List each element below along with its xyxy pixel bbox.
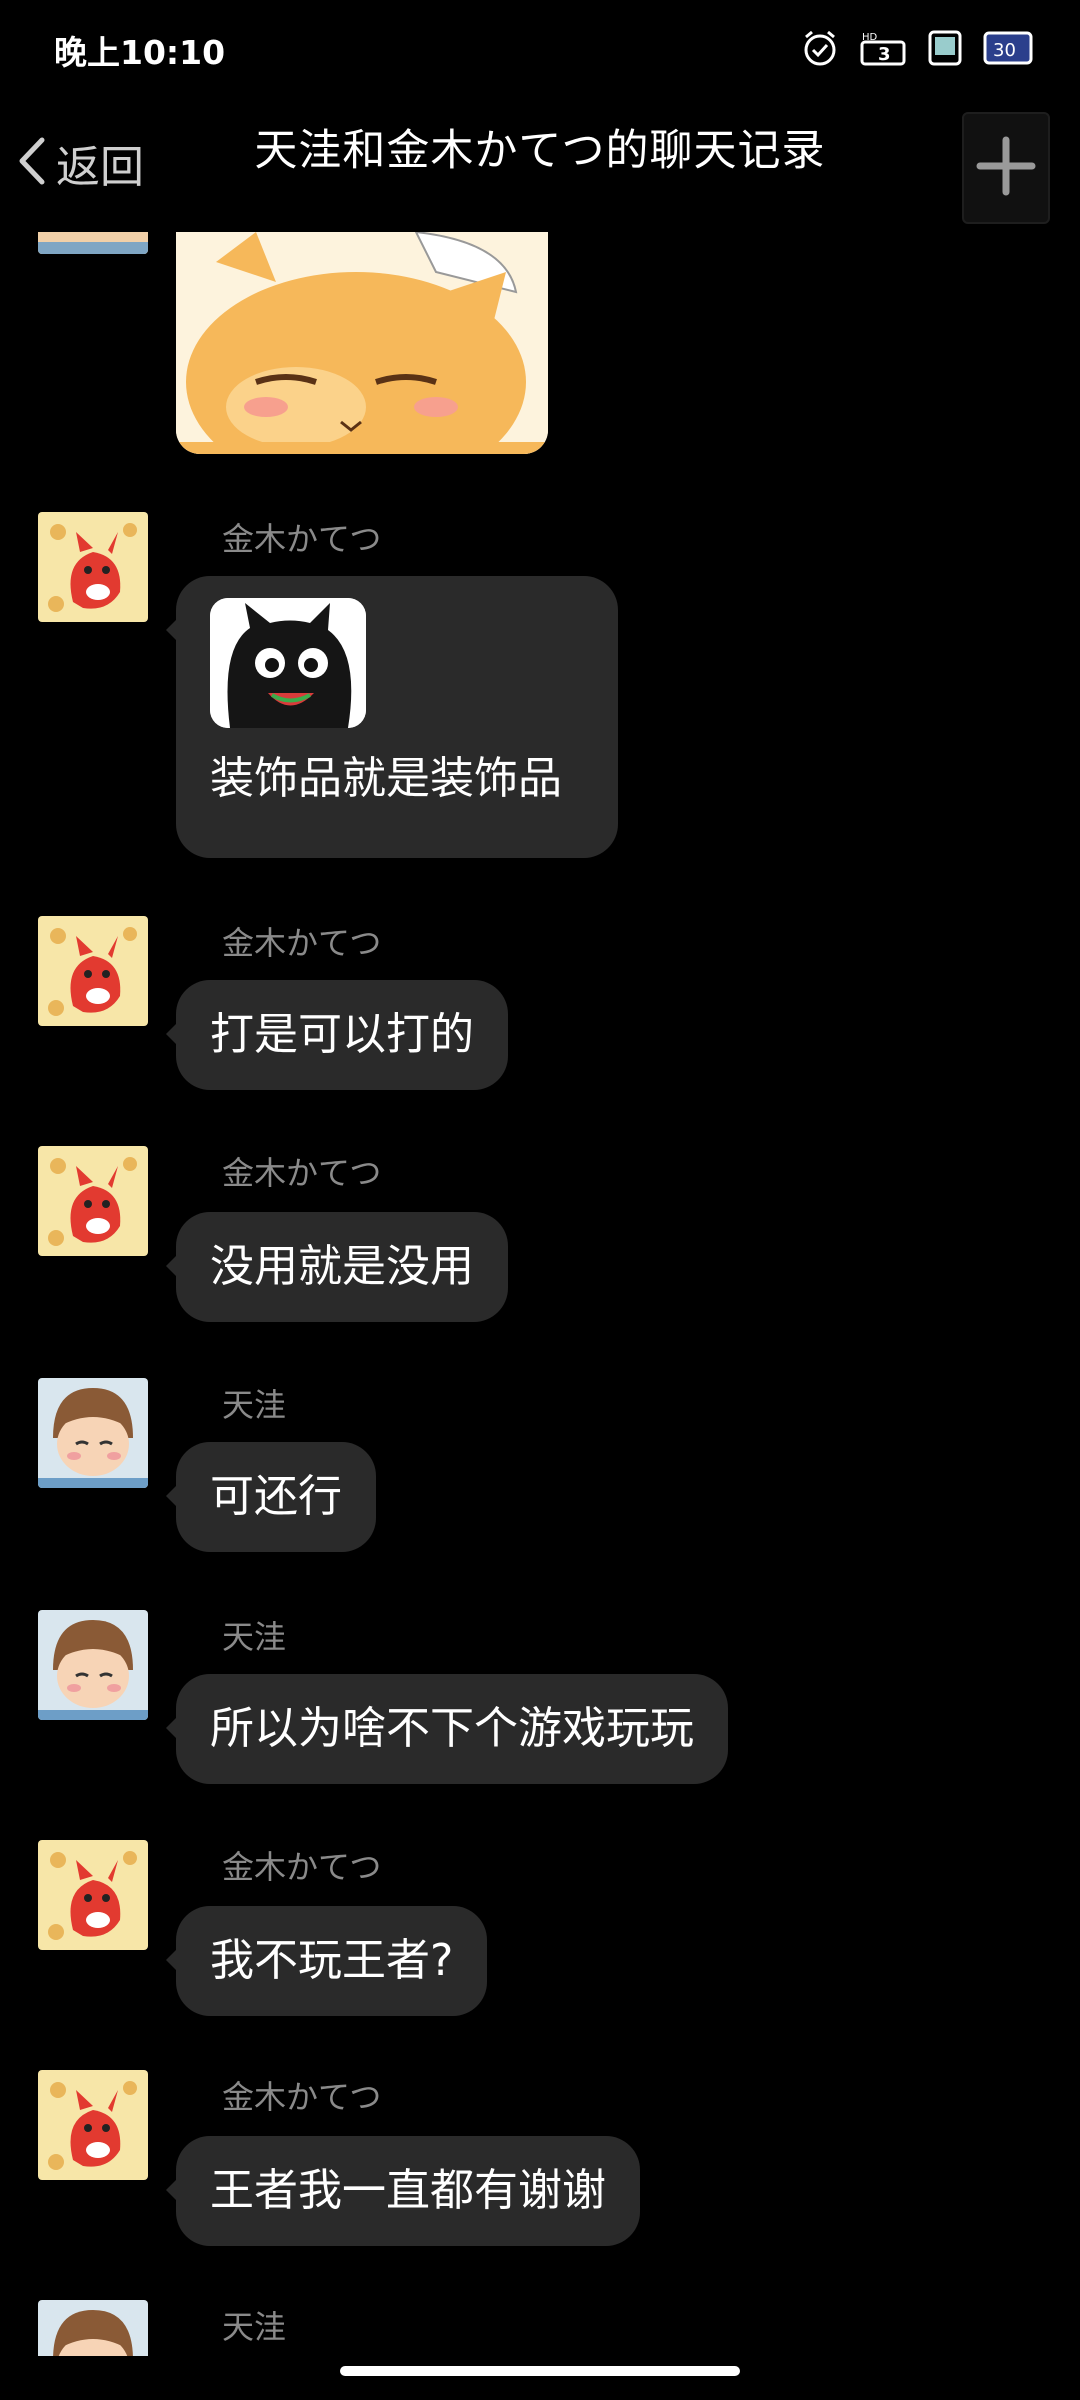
status-icons: HD 3 30	[800, 26, 1036, 70]
avatar[interactable]	[38, 1610, 148, 1720]
message-text: 可还行	[210, 1471, 342, 1522]
message-bubble[interactable]: 王者我一直都有谢谢	[166, 2136, 640, 2246]
message-bubble[interactable]: 可还行	[166, 1442, 376, 1552]
plus-icon	[976, 136, 1036, 200]
avatar[interactable]	[38, 2300, 148, 2356]
sender-name: 金木かてつ	[222, 1848, 382, 1886]
message-bubble[interactable]: 装饰品就是装饰品	[166, 576, 618, 858]
sim-card-icon	[926, 28, 964, 68]
status-time: 晚上10:10	[54, 33, 226, 72]
sender-name: 天洼	[222, 1386, 287, 1424]
add-button[interactable]	[962, 112, 1050, 224]
avatar[interactable]	[38, 1840, 148, 1950]
avatar[interactable]	[38, 1146, 148, 1256]
sender-name: 金木かてつ	[222, 1154, 382, 1192]
sender-name: 金木かてつ	[222, 520, 382, 558]
message-text: 装饰品就是装饰品	[210, 753, 562, 804]
hd-signal-icon: HD 3	[858, 28, 908, 68]
avatar[interactable]	[38, 2070, 148, 2180]
black-cat-sticker[interactable]	[210, 598, 366, 728]
avatar[interactable]	[38, 1378, 148, 1488]
page-title: 天洼和金木かてつ的聊天记录	[254, 126, 826, 176]
sender-name: 金木かてつ	[222, 924, 382, 962]
home-indicator[interactable]	[340, 2366, 740, 2376]
alarm-icon	[800, 28, 840, 68]
message-bubble[interactable]: 所以为啥不下个游戏玩玩	[166, 1674, 728, 1784]
sender-name: 天洼	[222, 1618, 287, 1656]
battery-icon: 30	[982, 28, 1036, 68]
avatar[interactable]	[38, 512, 148, 622]
nav-bar: 返回 天洼和金木かてつ的聊天记录	[0, 96, 1080, 230]
message-text: 王者我一直都有谢谢	[210, 2165, 606, 2216]
message-text: 没用就是没用	[210, 1241, 474, 1292]
message-bubble[interactable]: 打是可以打的	[166, 980, 508, 1090]
svg-text:3: 3	[878, 44, 891, 65]
message-bubble[interactable]: 没用就是没用	[166, 1212, 508, 1322]
avatar[interactable]	[38, 916, 148, 1026]
message-text: 我不玩王者?	[210, 1935, 454, 1986]
message-bubble[interactable]: 我不玩王者?	[165, 1906, 488, 2016]
sender-name: 天洼	[222, 2308, 287, 2346]
status-bar: 晚上10:10 HD 3 30	[0, 0, 1080, 96]
sticker-image[interactable]	[176, 232, 548, 454]
chat-messages[interactable]: 金木かてつ 装饰品就是装饰品 金木かてつ 打是可以打的 金木かてつ 没用就是没用…	[0, 232, 1080, 2356]
sender-name: 金木かてつ	[222, 2078, 382, 2116]
avatar[interactable]	[38, 232, 148, 254]
chat-history-screen: 晚上10:10 HD 3 30 返回 天洼和金木かてつ的聊天记录 金木かてつ 装…	[0, 0, 1080, 2400]
battery-level: 30	[993, 40, 1016, 61]
message-text: 所以为啥不下个游戏玩玩	[210, 1703, 694, 1754]
message-text: 打是可以打的	[210, 1009, 474, 1060]
